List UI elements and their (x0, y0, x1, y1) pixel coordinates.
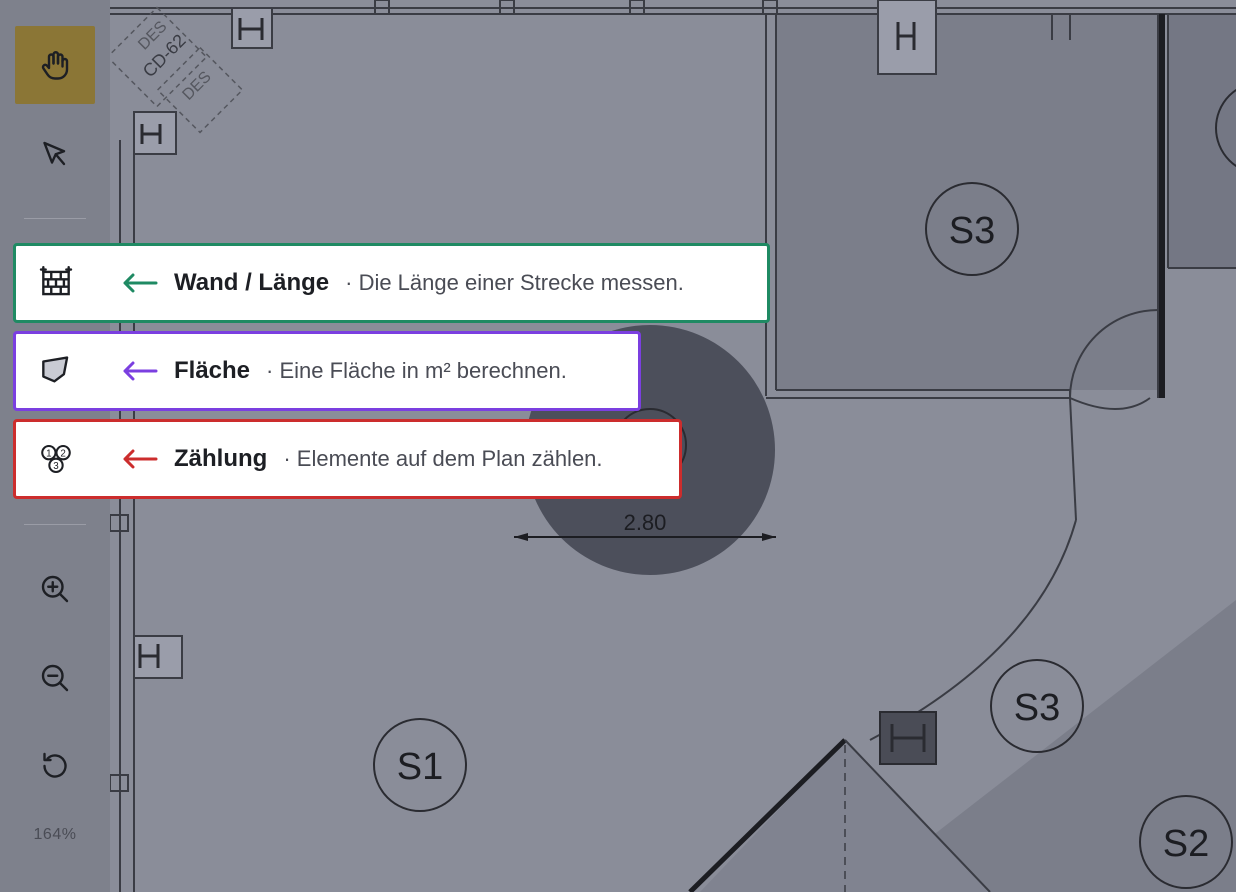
callout-description: Die Länge einer Strecke messen. (345, 270, 684, 296)
count-tool-callout[interactable]: 1 2 3 Zählung Elemente auf dem Plan zähl… (13, 419, 682, 499)
hand-icon (41, 51, 69, 80)
select-tool-button[interactable] (15, 116, 95, 194)
polygon-icon (42, 356, 69, 383)
zoom-out-button[interactable] (15, 639, 95, 717)
callout-title: Zählung (174, 445, 268, 472)
callout-title: Wand / Länge (174, 269, 330, 296)
callout-description: Eine Fläche in m² berechnen. (266, 358, 566, 384)
reset-view-button[interactable] (15, 727, 95, 805)
area-tool-callout[interactable]: Fläche Eine Fläche in m² berechnen. (13, 331, 641, 411)
brick-wall-icon (39, 265, 73, 296)
count-tool-button[interactable]: 1 2 3 (16, 422, 96, 496)
zoom-in-icon (41, 575, 69, 603)
arrow-left-icon (123, 449, 158, 469)
callout-description: Elemente auf dem Plan zählen. (283, 446, 603, 472)
toolbar-divider (24, 218, 86, 219)
room-tag: S1 (397, 746, 443, 788)
zoom-in-button[interactable] (15, 550, 95, 628)
wall-length-tool-callout[interactable]: Wand / Länge Die Länge einer Strecke mes… (13, 243, 770, 323)
toolbar-divider (24, 524, 86, 525)
svg-text:1: 1 (46, 448, 51, 459)
svg-text:2: 2 (60, 448, 65, 459)
arrow-left-icon (123, 361, 158, 381)
cursor-arrow-icon (43, 141, 66, 166)
pan-tool-button[interactable] (15, 26, 95, 104)
numbered-circles-icon: 1 2 3 (41, 444, 71, 474)
room-tag: S2 (1163, 823, 1209, 865)
dimension-label: 2.80 (624, 510, 667, 535)
rotate-ccw-icon (43, 752, 67, 778)
zoom-out-icon (41, 664, 69, 692)
arrow-left-icon (123, 273, 158, 293)
room-tag: S3 (949, 210, 995, 252)
zoom-level-label: 164% (33, 826, 77, 843)
wall-length-tool-button[interactable] (16, 246, 96, 320)
svg-text:3: 3 (53, 461, 59, 472)
room-tag: S3 (1014, 687, 1060, 729)
callout-title: Fläche (174, 357, 251, 384)
area-tool-button[interactable] (16, 334, 96, 408)
